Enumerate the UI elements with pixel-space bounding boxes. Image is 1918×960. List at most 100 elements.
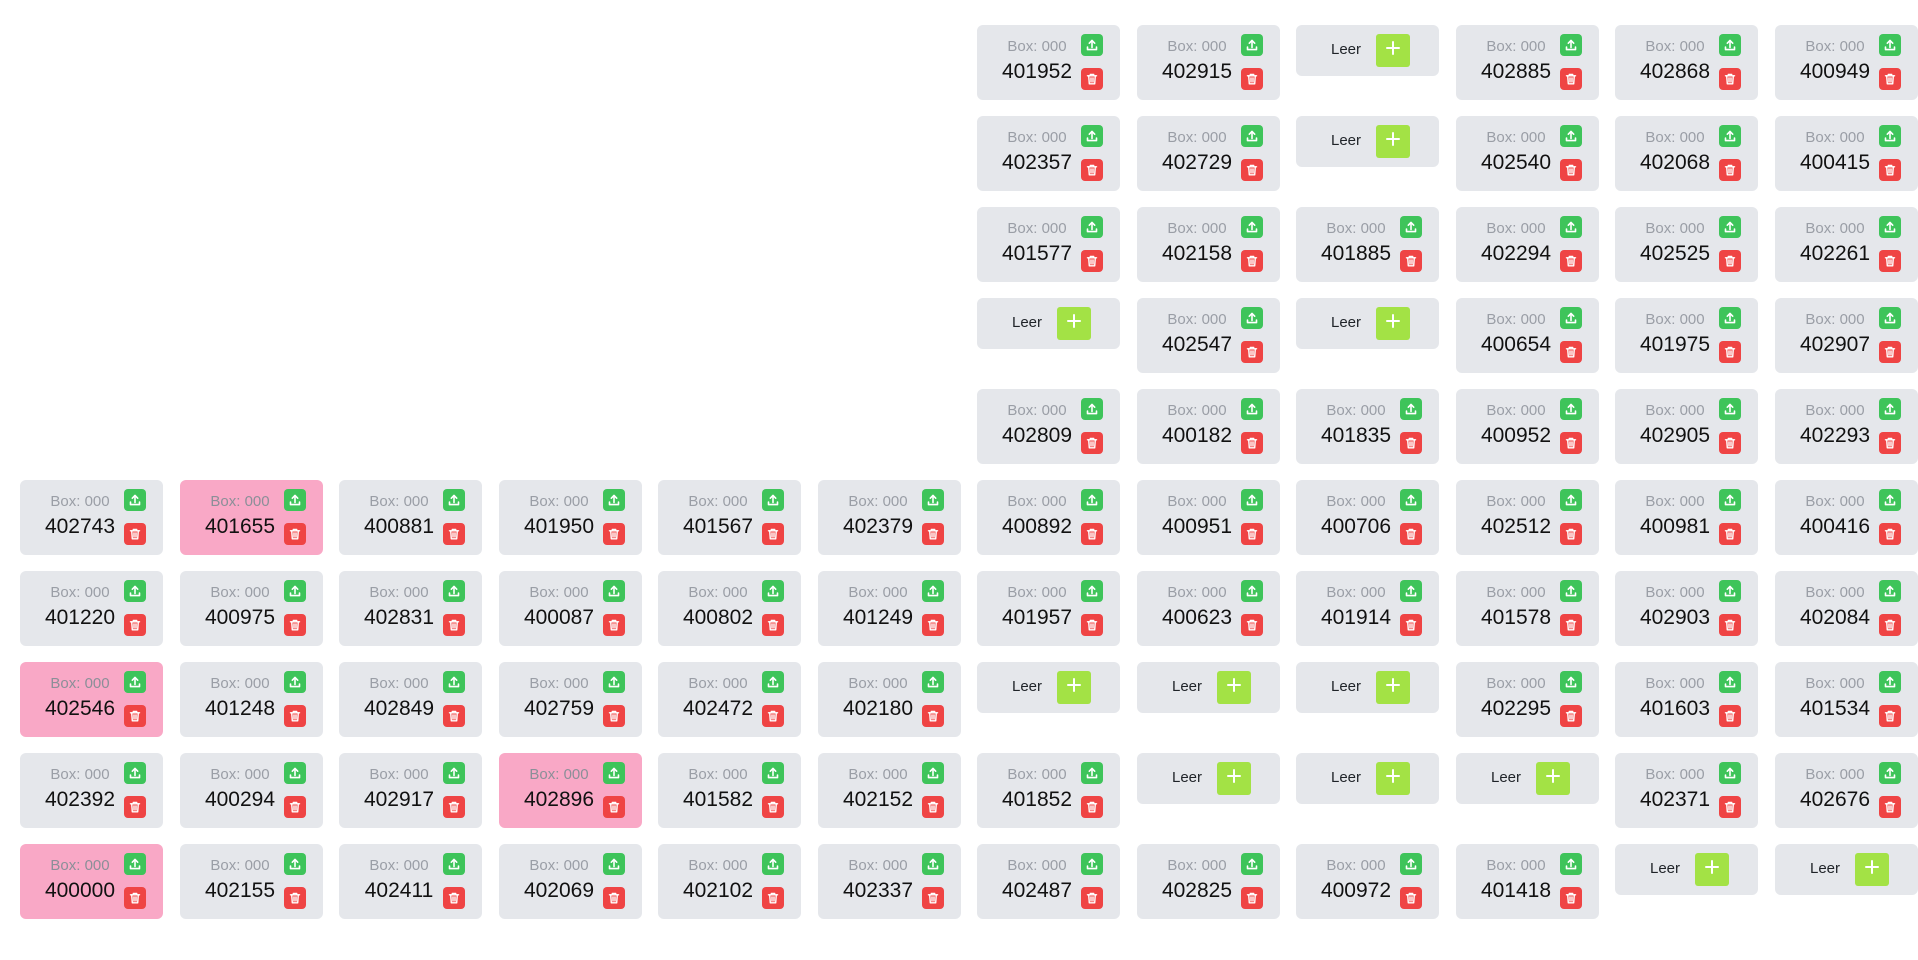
delete-button[interactable] [1560, 887, 1582, 909]
delete-button[interactable] [1241, 432, 1263, 454]
add-box-button[interactable] [1057, 671, 1091, 704]
upload-button[interactable] [124, 762, 146, 784]
upload-button[interactable] [1400, 853, 1422, 875]
upload-button[interactable] [922, 489, 944, 511]
upload-button[interactable] [284, 489, 306, 511]
delete-button[interactable] [1400, 250, 1422, 272]
upload-button[interactable] [922, 762, 944, 784]
upload-button[interactable] [1719, 307, 1741, 329]
delete-button[interactable] [1560, 159, 1582, 181]
delete-button[interactable] [284, 614, 306, 636]
upload-button[interactable] [1719, 671, 1741, 693]
delete-button[interactable] [443, 796, 465, 818]
upload-button[interactable] [1879, 762, 1901, 784]
delete-button[interactable] [443, 705, 465, 727]
delete-button[interactable] [1241, 68, 1263, 90]
delete-button[interactable] [1719, 341, 1741, 363]
upload-button[interactable] [1879, 671, 1901, 693]
add-box-button[interactable] [1376, 762, 1410, 795]
delete-button[interactable] [1400, 523, 1422, 545]
upload-button[interactable] [922, 671, 944, 693]
upload-button[interactable] [1719, 216, 1741, 238]
upload-button[interactable] [1241, 398, 1263, 420]
upload-button[interactable] [1081, 34, 1103, 56]
upload-button[interactable] [1081, 762, 1103, 784]
delete-button[interactable] [1879, 159, 1901, 181]
delete-button[interactable] [1560, 341, 1582, 363]
delete-button[interactable] [1560, 614, 1582, 636]
delete-button[interactable] [124, 887, 146, 909]
upload-button[interactable] [1081, 216, 1103, 238]
delete-button[interactable] [1241, 614, 1263, 636]
delete-button[interactable] [1081, 523, 1103, 545]
upload-button[interactable] [603, 671, 625, 693]
upload-button[interactable] [124, 489, 146, 511]
delete-button[interactable] [1081, 432, 1103, 454]
delete-button[interactable] [1081, 796, 1103, 818]
delete-button[interactable] [1719, 523, 1741, 545]
upload-button[interactable] [762, 762, 784, 784]
delete-button[interactable] [1719, 705, 1741, 727]
upload-button[interactable] [124, 853, 146, 875]
upload-button[interactable] [284, 853, 306, 875]
upload-button[interactable] [443, 489, 465, 511]
upload-button[interactable] [1879, 216, 1901, 238]
delete-button[interactable] [1879, 341, 1901, 363]
upload-button[interactable] [124, 580, 146, 602]
upload-button[interactable] [1081, 125, 1103, 147]
delete-button[interactable] [762, 523, 784, 545]
delete-button[interactable] [124, 614, 146, 636]
delete-button[interactable] [1719, 159, 1741, 181]
upload-button[interactable] [762, 580, 784, 602]
upload-button[interactable] [603, 489, 625, 511]
upload-button[interactable] [1241, 34, 1263, 56]
upload-button[interactable] [124, 671, 146, 693]
delete-button[interactable] [922, 796, 944, 818]
upload-button[interactable] [1081, 489, 1103, 511]
upload-button[interactable] [762, 853, 784, 875]
upload-button[interactable] [762, 489, 784, 511]
delete-button[interactable] [1879, 523, 1901, 545]
delete-button[interactable] [1719, 250, 1741, 272]
upload-button[interactable] [1719, 125, 1741, 147]
delete-button[interactable] [1719, 796, 1741, 818]
upload-button[interactable] [1560, 398, 1582, 420]
delete-button[interactable] [284, 887, 306, 909]
upload-button[interactable] [1241, 216, 1263, 238]
add-box-button[interactable] [1695, 853, 1729, 886]
delete-button[interactable] [762, 705, 784, 727]
add-box-button[interactable] [1376, 307, 1410, 340]
delete-button[interactable] [1081, 250, 1103, 272]
upload-button[interactable] [1879, 34, 1901, 56]
upload-button[interactable] [1241, 489, 1263, 511]
upload-button[interactable] [1719, 398, 1741, 420]
delete-button[interactable] [1719, 68, 1741, 90]
upload-button[interactable] [1719, 762, 1741, 784]
delete-button[interactable] [1879, 68, 1901, 90]
add-box-button[interactable] [1376, 671, 1410, 704]
upload-button[interactable] [1400, 580, 1422, 602]
add-box-button[interactable] [1057, 307, 1091, 340]
delete-button[interactable] [1400, 614, 1422, 636]
upload-button[interactable] [1879, 307, 1901, 329]
delete-button[interactable] [1241, 887, 1263, 909]
upload-button[interactable] [1081, 398, 1103, 420]
delete-button[interactable] [284, 796, 306, 818]
upload-button[interactable] [443, 580, 465, 602]
upload-button[interactable] [1400, 216, 1422, 238]
delete-button[interactable] [922, 705, 944, 727]
add-box-button[interactable] [1217, 671, 1251, 704]
delete-button[interactable] [1241, 523, 1263, 545]
add-box-button[interactable] [1217, 762, 1251, 795]
upload-button[interactable] [1719, 34, 1741, 56]
delete-button[interactable] [762, 796, 784, 818]
delete-button[interactable] [124, 523, 146, 545]
upload-button[interactable] [1241, 125, 1263, 147]
upload-button[interactable] [284, 762, 306, 784]
delete-button[interactable] [284, 705, 306, 727]
delete-button[interactable] [603, 796, 625, 818]
add-box-button[interactable] [1855, 853, 1889, 886]
delete-button[interactable] [124, 796, 146, 818]
delete-button[interactable] [762, 887, 784, 909]
upload-button[interactable] [1719, 489, 1741, 511]
